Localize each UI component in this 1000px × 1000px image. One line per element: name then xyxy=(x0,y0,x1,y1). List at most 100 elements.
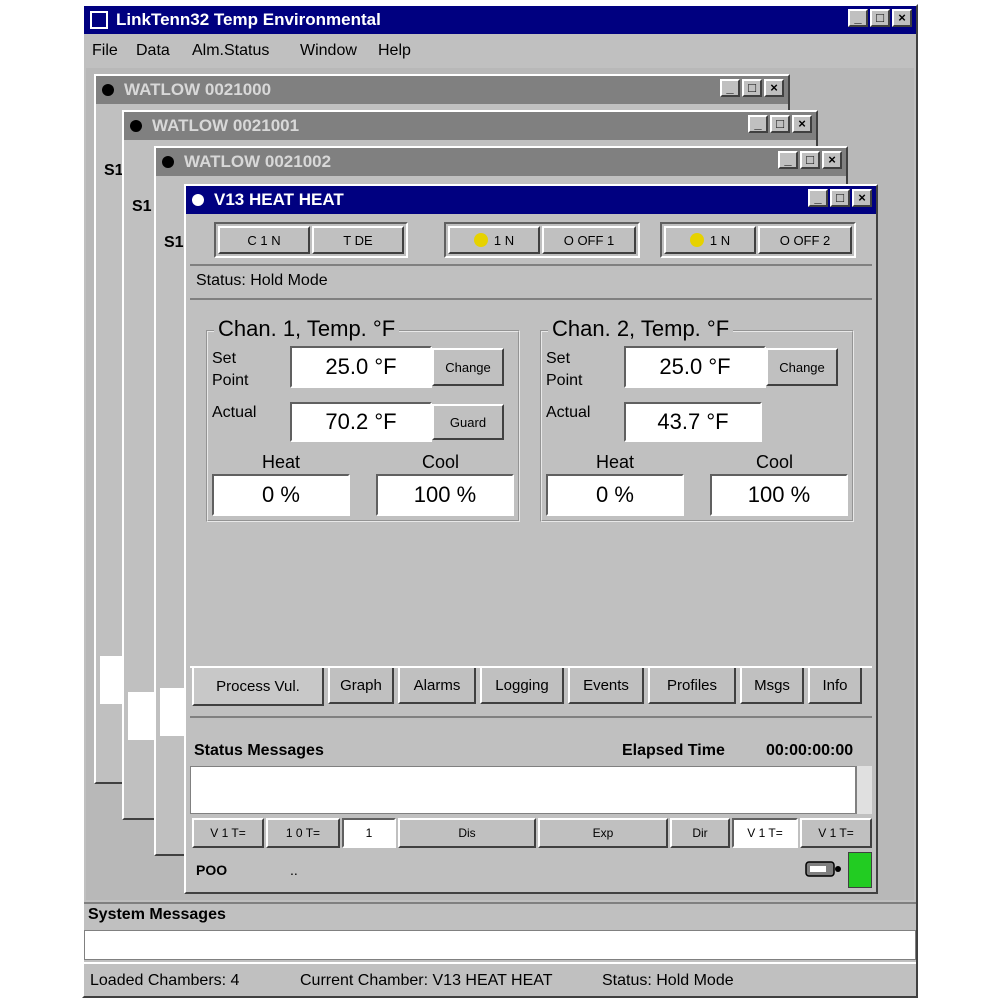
chamber-icon xyxy=(162,156,174,168)
tab-msgs[interactable]: Msgs xyxy=(740,668,804,704)
current-chamber-text: Current Chamber: V13 HEAT HEAT xyxy=(300,972,553,989)
tab-alarms-label: Alarms xyxy=(413,676,461,694)
tab-info[interactable]: Info xyxy=(808,668,862,704)
minimize-icon[interactable]: _ xyxy=(748,115,768,133)
bottom-cell-2[interactable]: 1 0 T= xyxy=(266,818,340,848)
channel-2-actual-value: 43.7 °F xyxy=(624,402,762,442)
toolbar-1-on-button[interactable]: 1 N xyxy=(448,226,540,254)
bottom-cell-4[interactable]: Dis xyxy=(398,818,536,848)
status-messages-label: Status Messages xyxy=(194,742,324,759)
tab-alarms[interactable]: Alarms xyxy=(398,668,476,704)
main-window-controls: _ □ × xyxy=(848,9,912,27)
bottom-cell-7-text: V 1 T= xyxy=(747,826,783,840)
maximize-icon[interactable]: □ xyxy=(742,79,762,97)
minimize-icon[interactable]: _ xyxy=(720,79,740,97)
channel-1-aux-button[interactable]: Guard xyxy=(432,404,504,440)
close-icon[interactable]: × xyxy=(764,79,784,97)
bg-window-2-side-label: S1 xyxy=(132,198,152,215)
channel-2-set-point-label: Set Point xyxy=(546,350,583,389)
tab-graph[interactable]: Graph xyxy=(328,668,394,704)
bottom-cell-5[interactable]: Exp xyxy=(538,818,668,848)
menu-file[interactable]: File xyxy=(92,42,118,60)
tab-profiles[interactable]: Profiles xyxy=(648,668,736,704)
bottom-cell-1-text: V 1 T= xyxy=(210,826,246,840)
channel-1-cool-text: 100 % xyxy=(413,482,477,507)
chamber-window-controls: _ □ × xyxy=(808,189,872,207)
close-icon[interactable]: × xyxy=(792,115,812,133)
toolbar-2-on-button[interactable]: 1 N xyxy=(664,226,756,254)
channel-1-heat-value: 0 % xyxy=(212,474,350,516)
status-messages-box[interactable] xyxy=(190,766,856,814)
elapsed-time-value: 00:00:00:00 xyxy=(766,742,854,759)
loaded-chambers-text: Loaded Chambers: 4 xyxy=(90,972,240,989)
channel-2-actual-text: 43.7 °F xyxy=(657,409,729,434)
bg-window-3-controls: _ □ × xyxy=(778,151,842,169)
channel-1-heading: Chan. 1, Temp. °F xyxy=(214,316,400,342)
chamber-footer-mid: .. xyxy=(290,862,298,878)
bg-window-1-controls: _ □ × xyxy=(720,79,784,97)
channel-2-cool-value: 100 % xyxy=(710,474,848,516)
menu-alm-status[interactable]: Alm.Status xyxy=(192,42,269,60)
tab-process-val[interactable]: Process Vul. xyxy=(192,668,324,706)
bg-window-2-title-bar: WATLOW 0021001 _ □ × xyxy=(124,112,816,140)
channel-2-actual-label: Actual xyxy=(546,404,591,421)
close-icon[interactable]: × xyxy=(822,151,842,169)
bulb-icon xyxy=(473,233,488,247)
bg-window-1-title: WATLOW 0021000 xyxy=(124,80,272,99)
maximize-icon[interactable]: □ xyxy=(830,189,850,207)
maximize-icon[interactable]: □ xyxy=(800,151,820,169)
bg-window-3-side-label: S1 xyxy=(164,234,184,251)
bottom-cell-6-text: Dir xyxy=(692,826,708,840)
minimize-icon[interactable]: _ xyxy=(848,9,868,27)
close-icon[interactable]: × xyxy=(852,189,872,207)
bottom-cell-1[interactable]: V 1 T= xyxy=(192,818,264,848)
toolbar-separator xyxy=(190,264,872,266)
channel-1-heat-label: Heat xyxy=(262,452,301,472)
tab-logging[interactable]: Logging xyxy=(480,668,564,704)
channel-1-cool-label: Cool xyxy=(422,452,460,472)
channel-2-cool-label: Cool xyxy=(756,452,794,472)
toolbar-temp-de-button[interactable]: T DE xyxy=(312,226,404,254)
toolbar-2-on-label: 1 N xyxy=(709,232,731,248)
menu-window[interactable]: Window xyxy=(300,42,357,60)
connection-icon xyxy=(804,856,844,882)
minimize-icon[interactable]: _ xyxy=(778,151,798,169)
minimize-icon[interactable]: _ xyxy=(808,189,828,207)
channel-2-set-point-text: 25.0 °F xyxy=(659,354,731,379)
maximize-icon[interactable]: □ xyxy=(870,9,890,27)
toolbar-1-on-label: 1 N xyxy=(493,232,515,248)
chamber-footer-left: POO xyxy=(196,862,228,878)
status-bar-status-text: Status: Hold Mode xyxy=(602,972,734,989)
channel-1-set-point-label: Set Point xyxy=(212,350,249,389)
bg-window-3-title-bar: WATLOW 0021002 _ □ × xyxy=(156,148,846,176)
toolbar-1-off-label: O OFF 1 xyxy=(563,232,615,248)
chamber-icon xyxy=(130,120,142,132)
channel-2-heat-value: 0 % xyxy=(546,474,684,516)
bottom-cell-3-text: 1 xyxy=(365,826,373,840)
menu-help[interactable]: Help xyxy=(378,42,411,60)
chamber-window[interactable]: V13 HEAT HEAT _ □ × C 1 N T DE 1 N O OFF… xyxy=(184,184,878,894)
system-messages-box[interactable] xyxy=(84,930,916,960)
tab-events[interactable]: Events xyxy=(568,668,644,704)
channel-1-set-point-value: 25.0 °F xyxy=(290,346,432,388)
status-messages-scrollbar[interactable] xyxy=(856,766,872,814)
bottom-cell-8[interactable]: V 1 T= xyxy=(800,818,872,848)
close-icon[interactable]: × xyxy=(892,9,912,27)
channel-2-change-button[interactable]: Change xyxy=(766,348,838,386)
bg-window-2-controls: _ □ × xyxy=(748,115,812,133)
tab-info-label: Info xyxy=(822,676,848,694)
maximize-icon[interactable]: □ xyxy=(770,115,790,133)
bottom-cell-6[interactable]: Dir xyxy=(670,818,730,848)
tab-events-label: Events xyxy=(583,676,629,694)
bg-window-1-side-label: S1 xyxy=(104,162,124,179)
bottom-cell-5-text: Exp xyxy=(592,826,614,840)
channel-1-set-point-text: 25.0 °F xyxy=(325,354,397,379)
channel-1-change-button[interactable]: Change xyxy=(432,348,504,386)
toolbar-1-off-button[interactable]: O OFF 1 xyxy=(542,226,636,254)
bottom-cell-4-text: Dis xyxy=(458,826,476,840)
toolbar-2-off-button[interactable]: O OFF 2 xyxy=(758,226,852,254)
menu-data[interactable]: Data xyxy=(136,42,170,60)
toolbar-chamber-on-button[interactable]: C 1 N xyxy=(218,226,310,254)
system-messages-header: System Messages xyxy=(84,902,916,928)
channel-2-cool-text: 100 % xyxy=(747,482,811,507)
